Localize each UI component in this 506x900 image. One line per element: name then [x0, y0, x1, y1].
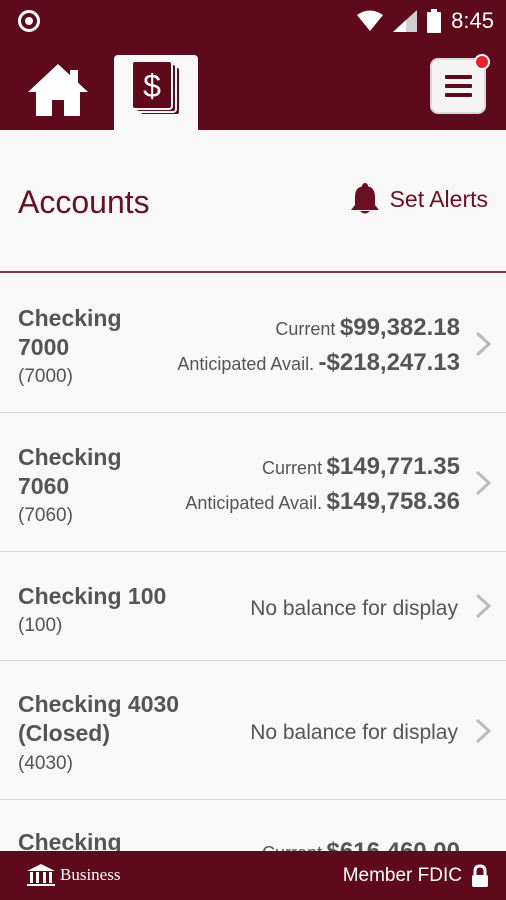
dollar-cards-icon: $ [131, 60, 181, 116]
account-number: (4030) [18, 753, 73, 774]
menu-button[interactable] [430, 54, 490, 114]
wifi-icon [357, 10, 384, 31]
account-number: (7060) [18, 505, 73, 526]
menu-icon [445, 75, 472, 79]
footer-bar: Business Member FDIC [0, 851, 506, 900]
notification-dot [474, 54, 490, 70]
bell-icon [350, 183, 379, 214]
set-alerts-button[interactable]: Set Alerts [350, 183, 488, 215]
lock-icon [472, 864, 488, 887]
svg-text:$: $ [143, 68, 161, 104]
account-row[interactable]: Checking 100 (100) No balance for displa… [0, 552, 506, 661]
anticipated-balance: Anticipated Avail. -$218,247.13 [177, 349, 460, 376]
account-name: Checking 4030 (Closed) [18, 691, 180, 746]
account-row[interactable]: Checking Current $616,460.00 [0, 800, 506, 851]
account-number: (100) [18, 615, 63, 636]
current-balance: Current $149,771.35 [262, 453, 460, 480]
account-number: (7000) [18, 366, 73, 387]
account-row[interactable]: Checking 7060 (7060) Current $149,771.35 … [0, 413, 506, 552]
bank-logo: Business [26, 863, 120, 887]
home-button[interactable] [26, 62, 90, 118]
clock: 8:45 [451, 8, 494, 33]
account-name: Checking 7000 [18, 305, 122, 360]
record-icon [18, 10, 40, 32]
anticipated-balance: Anticipated Avail. $149,758.36 [185, 488, 460, 515]
chevron-right-icon [475, 718, 492, 744]
accounts-tab[interactable]: $ [114, 55, 198, 131]
status-bar: 8:45 [0, 0, 506, 42]
chevron-right-icon [475, 331, 492, 357]
no-balance-text: No balance for display [250, 721, 458, 744]
header-divider [0, 271, 506, 273]
set-alerts-label: Set Alerts [389, 185, 488, 212]
account-row[interactable]: Checking 7000 (7000) Current $99,382.18 A… [0, 274, 506, 413]
signal-icon [393, 10, 418, 32]
current-balance: Current $616,460.00 [262, 838, 460, 851]
member-fdic-text: Member FDIC [342, 865, 462, 886]
page-title: Accounts [18, 184, 150, 220]
chevron-right-icon [475, 593, 492, 619]
battery-icon [427, 9, 442, 33]
bank-building-icon [27, 864, 55, 886]
logo-text: Business [60, 865, 121, 884]
app-bar: $ [0, 42, 506, 131]
account-name: Checking [18, 829, 122, 851]
home-icon [28, 64, 88, 116]
current-balance: Current $99,382.18 [275, 314, 460, 341]
account-name: Checking 7060 [18, 444, 122, 499]
chevron-right-icon [475, 470, 492, 496]
no-balance-text: No balance for display [250, 597, 458, 620]
account-name: Checking 100 [18, 583, 167, 609]
account-row[interactable]: Checking 4030 (Closed) (4030) No balance … [0, 661, 506, 800]
